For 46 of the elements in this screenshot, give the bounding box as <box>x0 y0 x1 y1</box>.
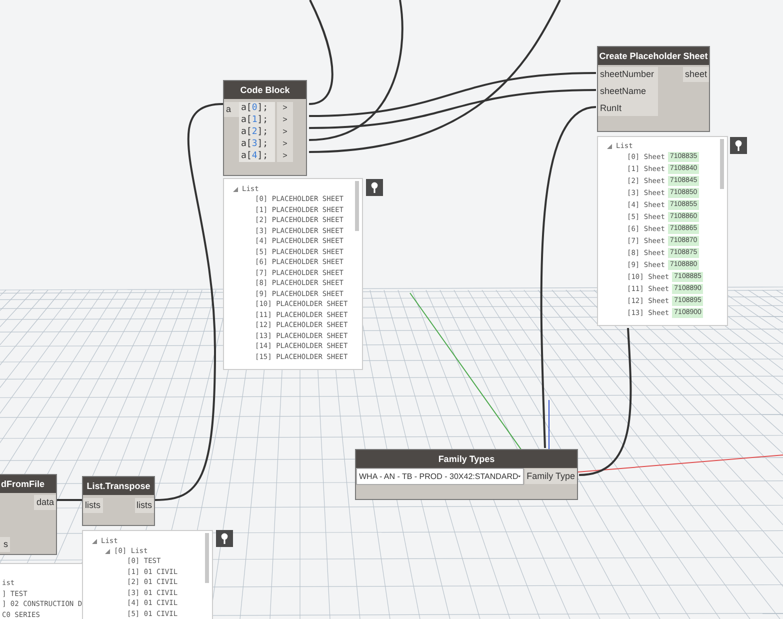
family-types-node[interactable]: Family Types WHA - AN - TB - PROD - 30X42:STANDARD Family Type <box>355 449 578 500</box>
wire[interactable] <box>308 89 596 129</box>
scrollbar-thumb[interactable] <box>720 139 724 189</box>
expand-triangle-icon[interactable] <box>92 538 97 544</box>
pin-icon <box>221 533 228 544</box>
code-line: a[3]; <box>240 138 270 150</box>
caret-icon <box>518 475 521 478</box>
list-transpose-node[interactable]: List.Transpose lists lists <box>82 476 155 526</box>
code-line: a[1]; <box>240 114 270 126</box>
pin-button[interactable] <box>216 530 233 547</box>
pin-icon <box>371 182 378 193</box>
output-port[interactable]: sheet <box>682 67 709 82</box>
node-title[interactable]: Family Types <box>438 453 495 465</box>
read-file-node[interactable]: dFromFile data s <box>0 474 57 555</box>
input-port[interactable]: s <box>0 537 10 552</box>
code-line: a[4]; <box>240 150 270 162</box>
pin-button[interactable] <box>366 179 383 196</box>
input-port[interactable]: lists <box>83 498 102 513</box>
code-block-node[interactable]: Code Block a a[0]; a[1]; a[2]; a[3]; a[4]; > > > > > <box>223 80 307 176</box>
code-line: a[2]; <box>240 126 270 138</box>
pin-button[interactable] <box>730 137 747 154</box>
output-port[interactable]: > <box>277 138 293 150</box>
scrollbar-thumb[interactable] <box>355 181 359 231</box>
wire[interactable] <box>308 0 561 153</box>
output-port[interactable]: > <box>277 150 293 162</box>
output-port[interactable]: Family Type <box>524 469 577 484</box>
scrollbar-thumb[interactable] <box>205 533 209 583</box>
wire[interactable] <box>308 72 596 117</box>
pin-icon <box>735 140 742 151</box>
output-port[interactable]: lists <box>134 498 154 513</box>
wire[interactable] <box>540 106 596 448</box>
expand-triangle-icon[interactable] <box>607 144 612 149</box>
output-port[interactable]: data <box>34 495 56 510</box>
wire[interactable] <box>578 328 632 476</box>
code-line: a[0]; <box>240 102 270 114</box>
input-port[interactable]: a <box>224 102 239 117</box>
expand-triangle-icon[interactable] <box>105 548 110 554</box>
wire[interactable] <box>154 103 224 501</box>
family-type-dropdown[interactable]: WHA - AN - TB - PROD - 30X42:STANDARD <box>356 468 524 485</box>
output-port[interactable]: > <box>277 102 293 114</box>
wire[interactable] <box>308 0 404 141</box>
expand-triangle-icon[interactable] <box>233 186 238 192</box>
output-port[interactable]: > <box>277 126 293 138</box>
create-sheet-node[interactable]: Create Placeholder Sheet sheetNumber sheetName RunIt sheet <box>597 46 710 132</box>
wire[interactable] <box>308 0 334 105</box>
output-port[interactable]: > <box>277 114 293 126</box>
